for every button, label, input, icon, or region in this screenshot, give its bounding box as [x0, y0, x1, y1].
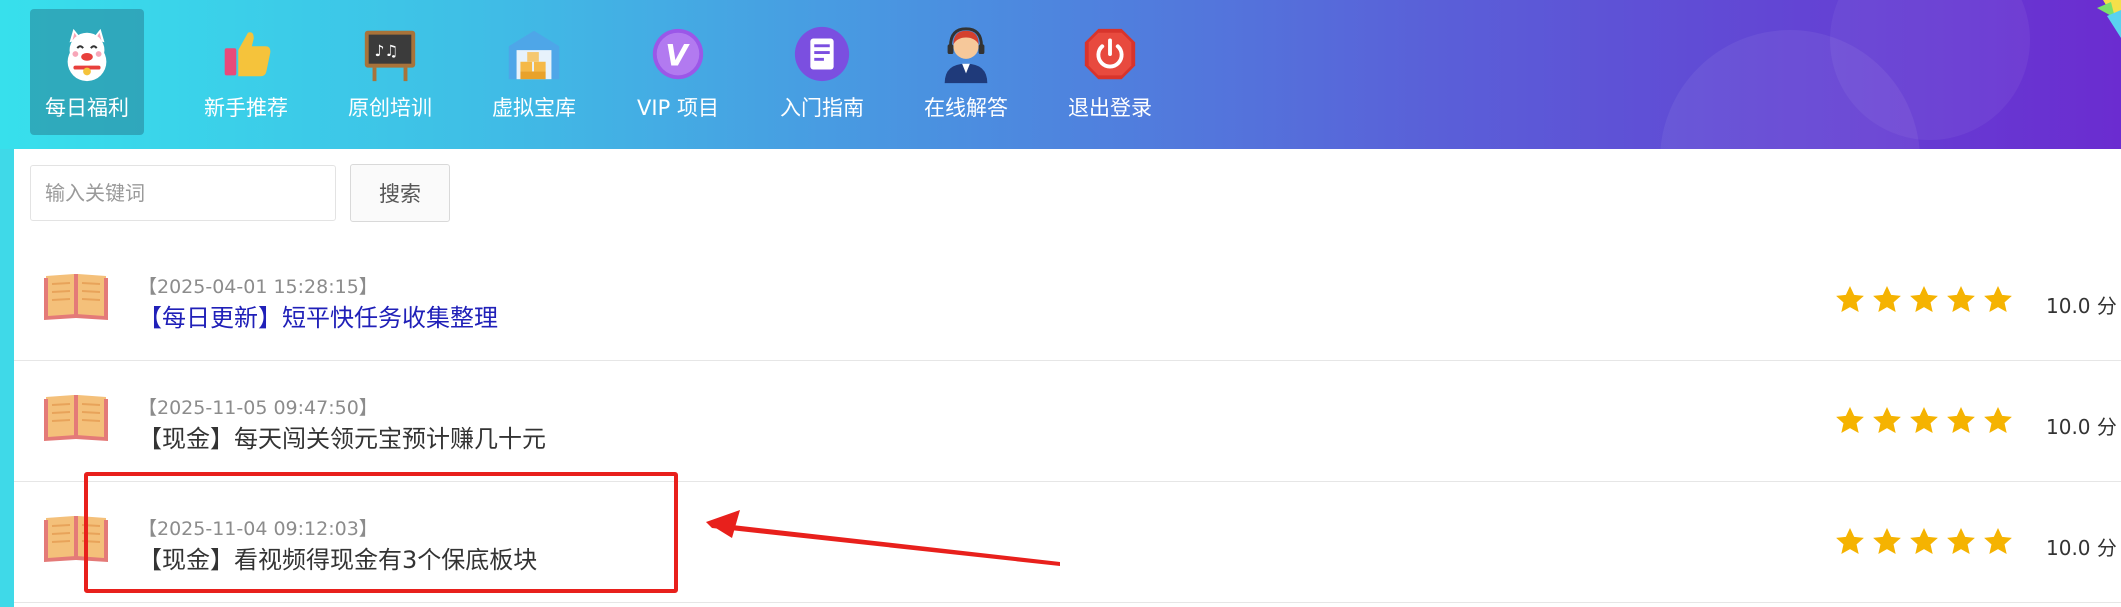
page: 每日福利 新手推荐 ♪♫ 原创培训 虚拟宝库 V VIP 项目 入门指南 在线解… [0, 0, 2121, 607]
annotation-arrow [706, 510, 1060, 566]
